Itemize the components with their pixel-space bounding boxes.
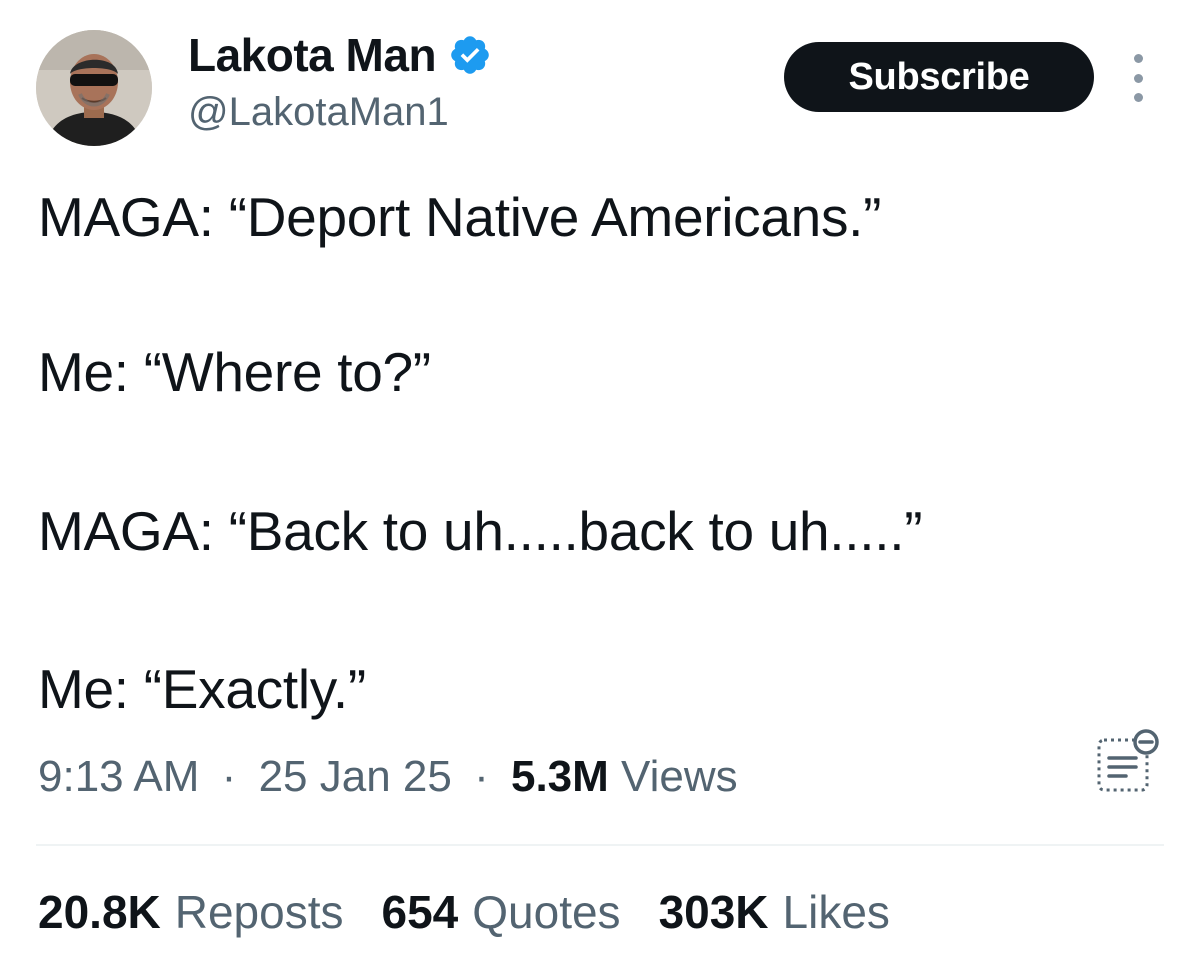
- likes-stat[interactable]: 303K Likes: [659, 889, 890, 935]
- meta-separator: ·: [221, 752, 237, 801]
- author-name-row[interactable]: Lakota Man: [188, 26, 492, 84]
- tweet-text-line: Me: “Where to?”: [38, 341, 431, 403]
- quotes-count: 654: [381, 886, 459, 938]
- likes-count: 303K: [658, 886, 769, 938]
- tweet-meta: 9:13 AM · 25 Jan 25 · 5.3M Views: [38, 755, 738, 799]
- avatar[interactable]: [36, 30, 152, 146]
- engagement-stats: 20.8K Reposts 654 Quotes 303K Likes: [38, 889, 928, 935]
- author-handle[interactable]: @LakotaMan1: [188, 92, 449, 132]
- quotes-label: Quotes: [472, 886, 621, 938]
- likes-label: Likes: [782, 886, 890, 938]
- divider: [36, 844, 1164, 846]
- post-analytics-icon[interactable]: [1096, 728, 1160, 794]
- post-date[interactable]: 25 Jan 25: [259, 752, 452, 801]
- reposts-label: Reposts: [174, 886, 344, 938]
- tweet-text-line: MAGA: “Deport Native Americans.”: [38, 186, 882, 248]
- reposts-count: 20.8K: [38, 886, 161, 938]
- reposts-stat[interactable]: 20.8K Reposts: [38, 889, 344, 935]
- post-time[interactable]: 9:13 AM: [38, 752, 199, 801]
- tweet-card: Lakota Man @LakotaMan1 Subscribe MAGA: “…: [0, 0, 1200, 965]
- avatar-photo: [36, 30, 152, 146]
- tweet-text-line: MAGA: “Back to uh.....back to uh.....”: [38, 500, 923, 562]
- subscribe-button[interactable]: Subscribe: [784, 42, 1094, 112]
- more-vertical-icon[interactable]: [1126, 54, 1150, 102]
- quotes-stat[interactable]: 654 Quotes: [382, 889, 621, 935]
- views-label: Views: [621, 752, 738, 801]
- display-name[interactable]: Lakota Man: [188, 32, 437, 78]
- meta-separator: ·: [474, 752, 489, 801]
- verified-badge-icon: [451, 36, 489, 74]
- tweet-text-line: Me: “Exactly.”: [38, 658, 366, 720]
- views-count: 5.3M: [510, 752, 609, 801]
